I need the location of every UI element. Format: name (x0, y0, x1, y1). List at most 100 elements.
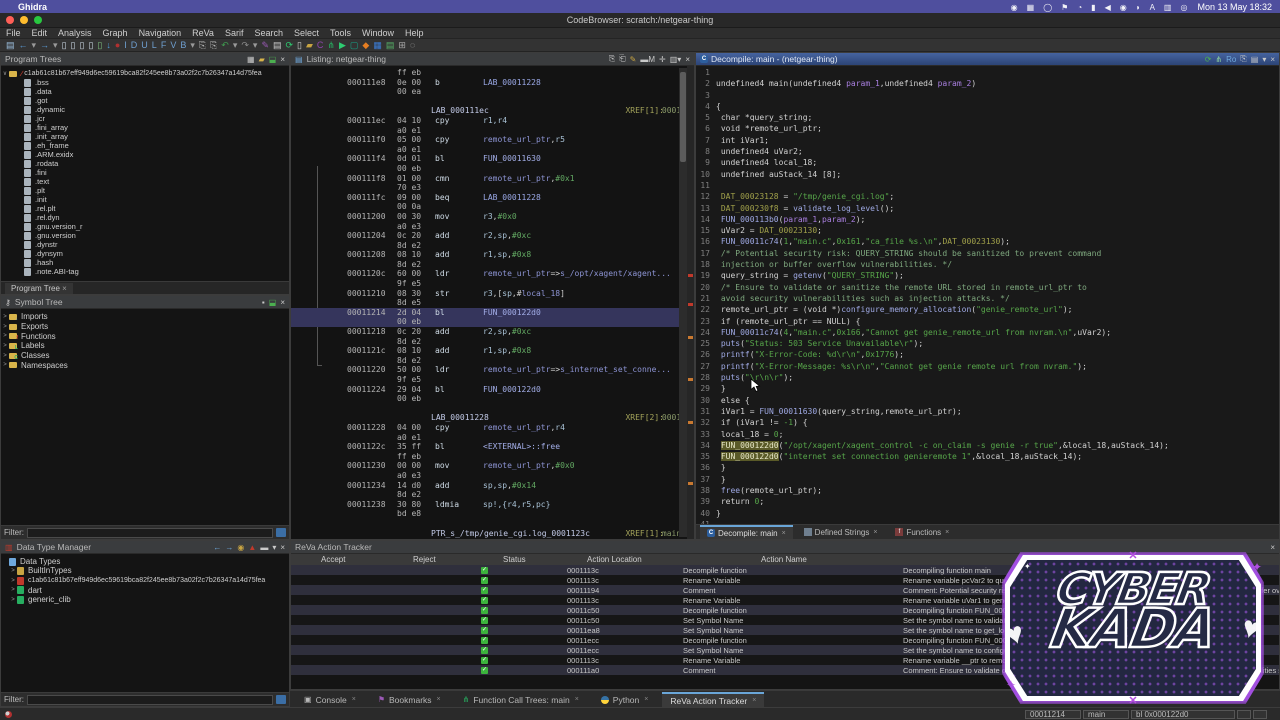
listing-instruction[interactable]: 00011218 0c 20 add r2,sp,#0xc (291, 327, 694, 337)
decompile-line[interactable]: 24 FUN_00011c74(4,"main.c",0x166,"Cannot… (696, 327, 1279, 338)
expand-caret-icon[interactable]: > (9, 578, 17, 584)
menu-sarif[interactable]: Sarif (225, 28, 244, 38)
symbol-tree-item-classes[interactable]: > C Classes (1, 351, 289, 361)
decompile-line[interactable]: 12 DAT_00023128 = "/tmp/genie_cgi.log"; (696, 191, 1279, 202)
record-icon[interactable]: ● (115, 40, 120, 50)
close-icon[interactable]: × (685, 55, 690, 64)
menu-select[interactable]: Select (294, 28, 319, 38)
decompile-line[interactable]: 14 FUN_000113b0(param_1,param_2); (696, 214, 1279, 225)
fire-icon[interactable]: ▲ (248, 543, 256, 552)
tree-item-section[interactable]: .data (1, 87, 289, 96)
listing-bytes-line[interactable]: ff eb (291, 68, 694, 78)
redo-icon[interactable]: ↷ (241, 40, 249, 50)
tree-item-section[interactable]: .init (1, 195, 289, 204)
decompile-line[interactable]: 16 FUN_00011c74(1,"main.c",0x161,"ca_fil… (696, 236, 1279, 247)
symbol-tree-item-namespaces[interactable]: > Namespaces (1, 360, 289, 370)
diff-icon[interactable]: ✛ (659, 55, 666, 64)
dtm-filter-input[interactable] (27, 694, 273, 705)
table-icon[interactable]: ▦ (247, 55, 255, 64)
decompile-line[interactable]: 21 avoid security vulnerabilities such a… (696, 293, 1279, 304)
options-caret-icon[interactable]: ▾ (272, 543, 276, 552)
caret-icon[interactable]: ▾ (190, 40, 195, 50)
folder-icon[interactable]: ▰ (306, 40, 313, 50)
menubar-status-icon[interactable]: ▥ (1164, 3, 1172, 12)
filter-options-icon[interactable] (276, 528, 286, 537)
dtm-item[interactable]: > BuiltInTypes (1, 566, 289, 576)
expand-caret-icon[interactable]: > (9, 587, 17, 593)
menu-search[interactable]: Search (254, 28, 283, 38)
listing-instruction[interactable]: 0001123cb7 29addrs_/tmp/genie_cgi.log_00… (291, 538, 694, 539)
close-icon[interactable]: × (280, 543, 285, 552)
listing-label-line[interactable]: LAB_00011228 XREF[2]: 00011 (291, 413, 694, 423)
tree-item-section[interactable]: .dynamic (1, 105, 289, 114)
listing-instruction[interactable]: 00011224 29 04 bl FUN_000122d0 (291, 385, 694, 395)
tab-functions[interactable]: f Functions × (888, 525, 957, 539)
letter-u-icon[interactable]: U (141, 40, 148, 50)
undo-caret-icon[interactable]: ▾ (233, 40, 238, 50)
tree-item-section[interactable]: .gnu.version_r (1, 222, 289, 231)
tab-defined-strings[interactable]: Defined Strings × (796, 525, 885, 539)
file-icon[interactable]: ▯ (297, 40, 302, 50)
decompile-line[interactable]: 13 DAT_000230f8 = validate_log_level(); (696, 203, 1279, 214)
decompile-line[interactable]: 34 FUN_000122d0("/opt/xagent/xagent_cont… (696, 440, 1279, 451)
close-tab-icon[interactable]: × (437, 696, 441, 703)
close-icon[interactable]: × (280, 55, 285, 64)
tree-item-section[interactable]: .text (1, 177, 289, 186)
tab-python[interactable]: Python × (593, 692, 657, 707)
close-icon[interactable]: × (1270, 543, 1275, 552)
dtm-root-item[interactable]: Data Types (1, 557, 289, 566)
tree-item-section[interactable]: .note.ABI-tag (1, 267, 289, 276)
menubar-status-icon[interactable]: ◉ (1011, 3, 1018, 12)
dtm-item[interactable]: > generic_clib (1, 595, 289, 605)
tab-console[interactable]: ▣ Console × (296, 692, 364, 707)
listing-bytes-line[interactable]: a0 e1 (291, 145, 694, 155)
decompile-body[interactable]: 1 2 undefined4 main(undefined4 param_1,und… (696, 66, 1279, 524)
close-tab-icon[interactable]: × (782, 530, 786, 537)
tree-item-section[interactable]: .dynstr (1, 240, 289, 249)
listing-instruction[interactable]: 000111f4 0d 01 bl FUN_00011630 (291, 154, 694, 164)
back-icon[interactable]: ← (19, 40, 28, 50)
decompile-line[interactable]: 20 /* Ensure to validate or sanitize the… (696, 282, 1279, 293)
byte-toggle-icon[interactable]: ▬M (640, 55, 655, 64)
menu-navigation[interactable]: Navigation (139, 28, 182, 38)
menu-analysis[interactable]: Analysis (58, 28, 92, 38)
brush-icon[interactable]: ✎ (261, 40, 269, 50)
close-tab-icon[interactable]: × (752, 697, 756, 704)
tab-decompile-main[interactable]: C Decompile: main × (700, 525, 793, 539)
decompile-line[interactable]: 25 puts("Status: 503 Service Unavailable… (696, 338, 1279, 349)
stamp-icon[interactable]: ⎘ (210, 40, 217, 50)
listing-header[interactable]: ▤ Listing: netgear-thing ⎘ ⎗ ✎ ▬M ✛ ▥▾ × (291, 53, 694, 66)
doc-plus-icon[interactable]: ▯ (97, 40, 102, 50)
tree-item-section[interactable]: .ARM.exidx (1, 150, 289, 159)
notepad-icon[interactable]: ▤ (273, 40, 282, 50)
symbol-tree-item-labels[interactable]: > L Labels (1, 341, 289, 351)
back-caret-icon[interactable]: ▾ (32, 40, 37, 50)
menubar-status-icon[interactable]: ▦ (1027, 3, 1035, 12)
listing-bytes-line[interactable]: bd e8 (291, 509, 694, 519)
tree-item-section[interactable]: .rel.dyn (1, 213, 289, 222)
listing-bytes-line[interactable]: 8d e2 (291, 260, 694, 270)
refresh-icon[interactable]: ⟳ (286, 40, 294, 50)
menubar-status-icon[interactable]: ⚑ (1061, 3, 1068, 12)
tab-reva-action-tracker[interactable]: ReVa Action Tracker × (662, 692, 765, 707)
symbol-tree-item-imports[interactable]: > ↓ Imports (1, 312, 289, 322)
letter-l-icon[interactable]: L (152, 40, 157, 50)
letter-b-icon[interactable]: B (180, 40, 186, 50)
diamond-icon[interactable]: ◆ (362, 40, 369, 50)
decompile-line[interactable]: 7 int iVar1; (696, 135, 1279, 146)
save-icon[interactable]: ▤ (6, 40, 15, 50)
copy-icon[interactable]: ⎘ (1240, 54, 1246, 64)
col-reject[interactable]: Reject (413, 555, 436, 564)
expand-caret-icon[interactable]: > (1, 333, 9, 339)
decompile-line[interactable]: 33 local_18 = 0; (696, 429, 1279, 440)
decompile-line[interactable]: 19 query_string = getenv("QUERY_STRING")… (696, 270, 1279, 281)
tree-item-section[interactable]: .rodata (1, 159, 289, 168)
decompile-line[interactable]: 9 undefined4 local_18; (696, 157, 1279, 168)
menubar-clock[interactable]: Mon 13 May 18:32 (1197, 2, 1272, 12)
doc-icon[interactable]: ▯ (71, 40, 76, 50)
letter-i-icon[interactable]: I (124, 40, 127, 50)
decompile-line[interactable]: 31 iVar1 = FUN_00011630(query_string,rem… (696, 406, 1279, 417)
decompile-line[interactable]: 28 puts("\r\n\r"); (696, 372, 1279, 383)
undo-icon[interactable]: ↶ (221, 40, 229, 50)
paste-icon[interactable]: ⎗ (619, 54, 625, 64)
